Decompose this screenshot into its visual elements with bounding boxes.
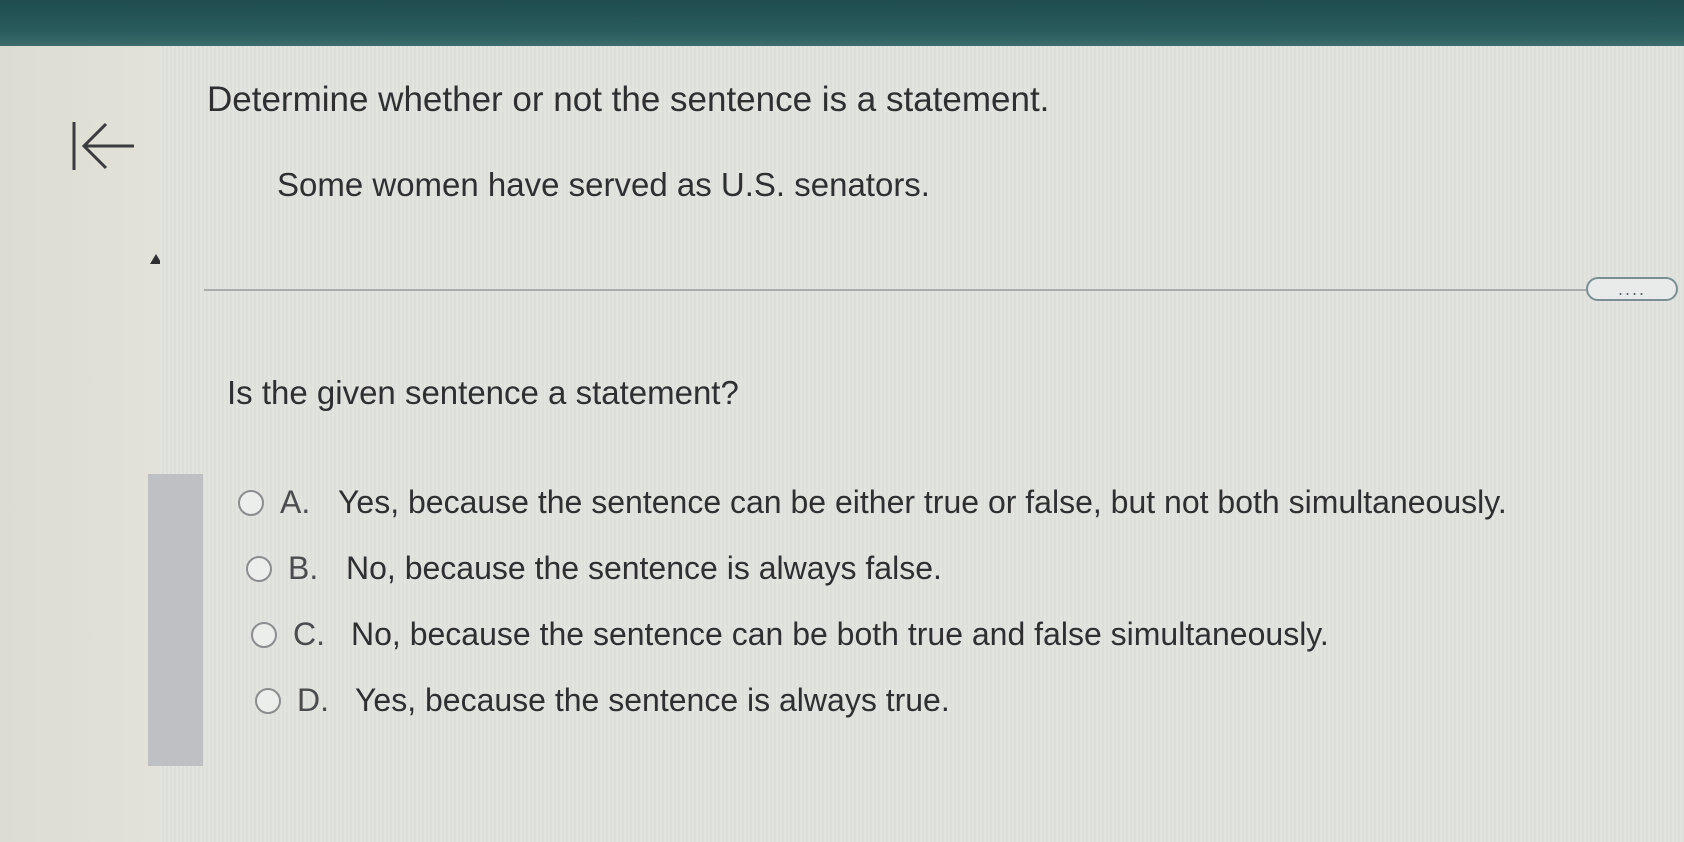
answer-option-c[interactable]: C. No, because the sentence can be both …: [251, 616, 1329, 653]
section-divider: [204, 289, 1586, 291]
back-to-start-icon[interactable]: [70, 118, 140, 174]
radio-button-a[interactable]: [238, 489, 264, 516]
radio-button-d[interactable]: [255, 687, 281, 714]
option-text-a: Yes, because the sentence can be either …: [338, 484, 1507, 520]
option-letter-a: A.: [280, 484, 311, 520]
top-header-bar: [0, 0, 1684, 46]
option-letter-b: B.: [288, 550, 319, 586]
instruction-text: Determine whether or not the sentence is…: [207, 80, 1050, 119]
radio-button-c[interactable]: [251, 621, 277, 648]
answer-option-d[interactable]: D. Yes, because the sentence is always t…: [255, 682, 950, 719]
answer-option-b[interactable]: B. No, because the sentence is always fa…: [246, 550, 942, 587]
more-options-label: ....: [1617, 279, 1646, 299]
scrollbar-thumb[interactable]: [148, 474, 203, 766]
radio-button-b[interactable]: [246, 555, 272, 582]
answer-option-a[interactable]: A. Yes, because the sentence can be eith…: [238, 484, 1507, 521]
option-letter-c: C.: [293, 616, 325, 652]
question-text: Is the given sentence a statement?: [227, 374, 739, 411]
option-text-d: Yes, because the sentence is always true…: [355, 682, 950, 718]
option-text-b: No, because the sentence is always false…: [346, 550, 942, 586]
given-sentence: Some women have served as U.S. senators.: [277, 166, 930, 203]
option-text-c: No, because the sentence can be both tru…: [351, 616, 1329, 652]
more-options-button[interactable]: ....: [1586, 277, 1678, 301]
option-letter-d: D.: [297, 682, 329, 718]
